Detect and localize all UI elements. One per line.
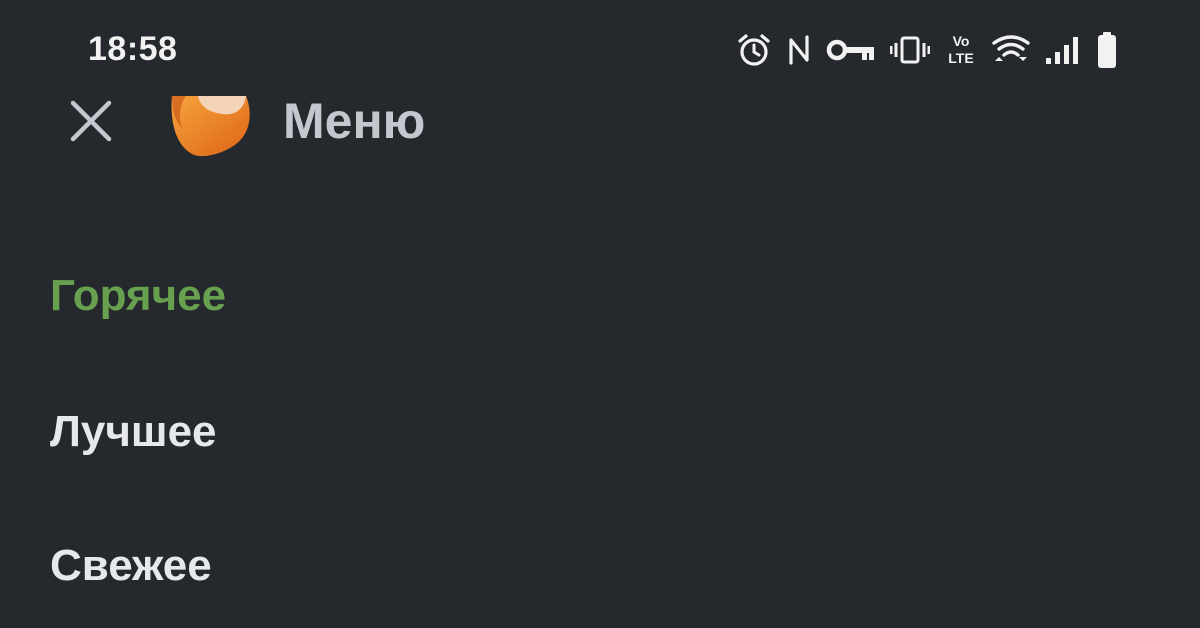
wifi-icon (992, 33, 1030, 67)
vibrate-icon (890, 34, 930, 66)
menu-item-fresh[interactable]: Свежее (50, 536, 212, 596)
nfc-icon (786, 33, 812, 67)
status-bar: 18:58 Vo LTE (0, 0, 1200, 96)
menu-item-best[interactable]: Лучшее (50, 402, 217, 462)
menu-header: Меню (0, 88, 1200, 158)
close-icon[interactable] (67, 97, 115, 150)
key-icon (826, 35, 876, 65)
volte-icon: Vo LTE (944, 33, 978, 67)
close-button[interactable] (60, 94, 122, 152)
signal-icon (1044, 34, 1082, 66)
page-title: Меню (283, 93, 426, 149)
status-time: 18:58 (88, 30, 178, 68)
status-icons: Vo LTE (736, 30, 1118, 70)
app-logo-icon (160, 88, 256, 160)
svg-text:LTE: LTE (948, 50, 973, 66)
battery-icon (1096, 31, 1118, 69)
alarm-icon (736, 32, 772, 68)
menu-item-hot[interactable]: Горячее (50, 266, 226, 326)
svg-text:Vo: Vo (953, 33, 970, 49)
